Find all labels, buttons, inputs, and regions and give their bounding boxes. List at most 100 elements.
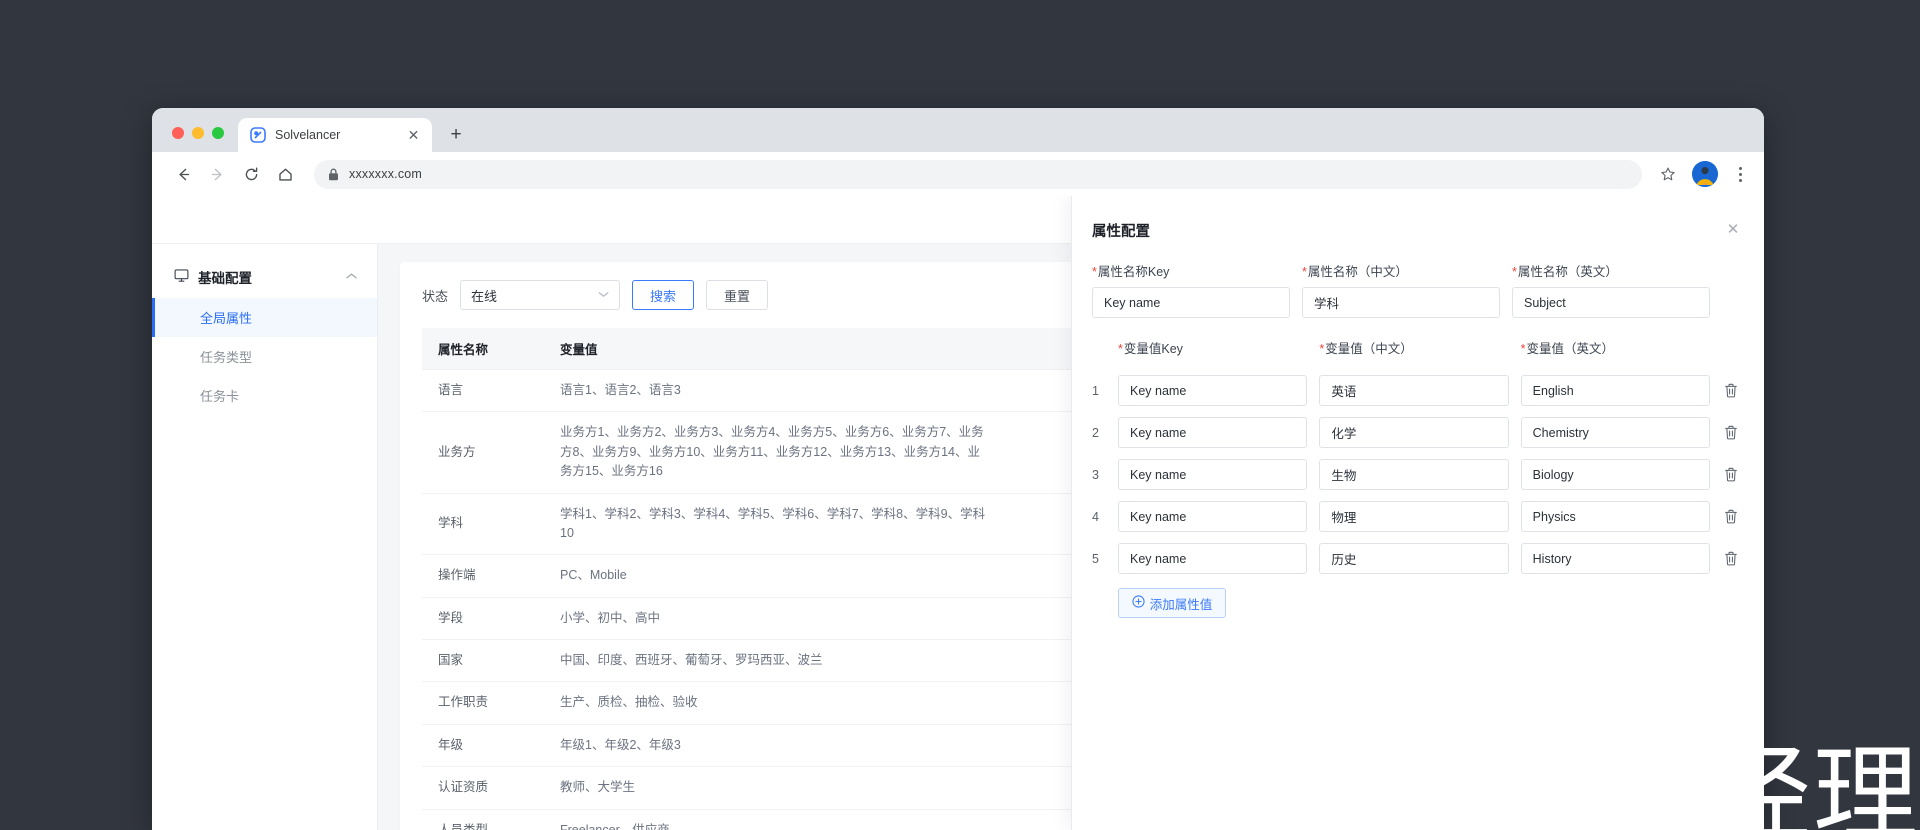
drawer-title: 属性配置 xyxy=(1092,224,1150,240)
attribute-zh-input[interactable]: 学科 xyxy=(1302,287,1500,318)
attribute-name-labels-row: *属性名称Key * 属性名称（中文） *属性名称（英文） xyxy=(1092,261,1740,287)
value-en-input[interactable]: History xyxy=(1520,543,1710,574)
back-icon[interactable] xyxy=(168,159,198,189)
attribute-key-input[interactable]: Key name xyxy=(1092,287,1290,318)
lock-icon xyxy=(328,168,339,181)
search-button[interactable]: 搜索 xyxy=(632,280,695,310)
add-button-label: 添加属性值 xyxy=(1149,597,1213,612)
value-key-input[interactable]: Key name xyxy=(1118,417,1308,448)
variable-value-row: 5 Key name 历史 History xyxy=(1092,543,1740,574)
browser-menu-icon[interactable] xyxy=(1728,166,1752,182)
cell-text: 中国、印度、西班牙、葡萄牙、罗玛西亚、波兰 xyxy=(560,653,823,667)
value-zh-input[interactable]: 物理 xyxy=(1319,501,1509,532)
address-bar[interactable]: xxxxxxx.com xyxy=(314,159,1642,189)
cell-text: 年级1、年级2、年级3 xyxy=(560,737,681,752)
app-sidebar: 基础配置 全局属性 任务类型 任务卡 xyxy=(152,244,378,830)
sidebar-item-task-card[interactable]: 任务卡 xyxy=(152,376,377,415)
label-value-key: *变量值Key xyxy=(1118,338,1307,357)
minimize-window-button[interactable] xyxy=(192,127,204,139)
trash-icon[interactable] xyxy=(1722,509,1740,524)
variable-value-labels-row: *变量值Key *变量值（中文） *变量值（英文） xyxy=(1092,338,1740,364)
label-attribute-en: *属性名称（英文） xyxy=(1512,261,1710,280)
required-mark: * xyxy=(1520,342,1526,356)
row-number: 2 xyxy=(1092,425,1099,440)
address-bar-url: xxxxxxx.com xyxy=(349,167,423,181)
label-value-en: *变量值（英文） xyxy=(1521,338,1710,357)
browser-toolbar: xxxxxxx.com xyxy=(152,152,1764,196)
label-text: 属性名称（中文） xyxy=(1307,265,1408,279)
label-value-zh: *变量值（中文） xyxy=(1319,338,1508,357)
value-en-input[interactable]: English xyxy=(1520,375,1710,406)
bookmark-star-icon[interactable] xyxy=(1654,160,1682,188)
reload-icon[interactable] xyxy=(236,159,266,189)
monitor-icon xyxy=(174,268,189,286)
value-zh-input[interactable]: 化学 xyxy=(1319,417,1509,448)
web-page: 基础配置 全局属性 任务类型 任务卡 状态 在线 搜索 重置 属性名称 变量值 … xyxy=(152,196,1764,830)
new-tab-button[interactable]: + xyxy=(442,120,470,148)
value-en-input[interactable]: Physics xyxy=(1520,501,1710,532)
label-text: 属性名称Key xyxy=(1097,265,1170,279)
cell-attribute-name: 年级 xyxy=(422,724,546,768)
trash-icon[interactable] xyxy=(1722,467,1740,482)
value-en-input[interactable]: Chemistry xyxy=(1520,417,1710,448)
cell-attribute-name: 学段 xyxy=(422,597,546,641)
browser-tab-strip: Solvelancer ✕ + xyxy=(152,108,1764,152)
value-key-input[interactable]: Key name xyxy=(1118,501,1308,532)
sidebar-item-task-type[interactable]: 任务类型 xyxy=(152,337,377,376)
window-controls xyxy=(166,127,238,152)
status-filter-label: 状态 xyxy=(422,288,449,304)
sidebar-group-basic-config[interactable]: 基础配置 xyxy=(152,256,377,298)
required-mark: * xyxy=(1118,342,1123,356)
cell-attribute-name: 工作职责 xyxy=(422,681,546,725)
row-number: 5 xyxy=(1092,551,1099,566)
required-mark: * xyxy=(1319,342,1325,356)
value-zh-input[interactable]: 生物 xyxy=(1319,459,1509,490)
sidebar-group-label: 基础配置 xyxy=(198,271,252,286)
label-text: 变量值（英文） xyxy=(1526,342,1615,356)
cell-text: 语言1、语言2、语言3 xyxy=(560,383,681,397)
close-icon[interactable]: ✕ xyxy=(1724,220,1742,238)
value-zh-input[interactable]: 英语 xyxy=(1319,375,1509,406)
trash-icon[interactable] xyxy=(1722,383,1740,398)
cell-text: Freelancer、供应商 xyxy=(560,822,670,830)
value-key-input[interactable]: Key name xyxy=(1118,543,1308,574)
value-key-input[interactable]: Key name xyxy=(1118,459,1308,490)
attribute-en-input[interactable]: Subject xyxy=(1512,287,1710,318)
close-tab-icon[interactable]: ✕ xyxy=(405,127,422,144)
browser-tab[interactable]: Solvelancer ✕ xyxy=(238,118,432,152)
variable-value-row: 1 Key name 英语 English xyxy=(1092,375,1740,406)
status-select[interactable]: 在线 xyxy=(460,280,621,310)
cell-attribute-name: 学科 xyxy=(422,493,546,556)
value-zh-input[interactable]: 历史 xyxy=(1319,543,1509,574)
add-attribute-value-button[interactable]: 添加属性值 xyxy=(1118,588,1226,618)
sidebar-item-global-attributes[interactable]: 全局属性 xyxy=(152,298,377,337)
plus-circle-icon xyxy=(1132,595,1145,611)
cell-attribute-name: 操作端 xyxy=(422,554,546,598)
status-select-value: 在线 xyxy=(471,288,498,304)
cell-text: 业务方1、业务方2、业务方3、业务方4、业务方5、业务方6、业务方7、业务方8、… xyxy=(560,425,984,479)
trash-icon[interactable] xyxy=(1722,551,1740,566)
required-mark: * xyxy=(1512,265,1517,279)
value-key-input[interactable]: Key name xyxy=(1118,375,1308,406)
trash-icon[interactable] xyxy=(1722,425,1740,440)
label-text: 变量值（中文） xyxy=(1325,342,1413,356)
maximize-window-button[interactable] xyxy=(212,127,224,139)
variable-value-row: 4 Key name 物理 Physics xyxy=(1092,501,1740,532)
profile-avatar[interactable] xyxy=(1692,161,1718,187)
cell-text: PC、Mobile xyxy=(560,568,627,583)
forward-icon[interactable] xyxy=(202,159,232,189)
variable-value-rows: 1 Key name 英语 English 2 Key name 化学 Chem… xyxy=(1092,375,1740,574)
cell-attribute-name: 业务方 xyxy=(422,411,546,494)
cell-text: 学科1、学科2、学科3、学科4、学科5、学科6、学科7、学科8、学科9、学科10 xyxy=(560,506,986,540)
cell-text: 小学、初中、高中 xyxy=(560,610,661,625)
solvelancer-logo-icon xyxy=(250,127,266,143)
label-attribute-key: *属性名称Key xyxy=(1092,261,1290,280)
reset-button[interactable]: 重置 xyxy=(706,280,769,310)
chevron-up-icon[interactable] xyxy=(346,271,357,283)
home-icon[interactable] xyxy=(270,159,300,189)
row-number: 3 xyxy=(1092,467,1099,482)
cell-attribute-name: 语言 xyxy=(422,369,546,413)
row-number: 4 xyxy=(1092,509,1099,524)
close-window-button[interactable] xyxy=(172,127,184,139)
value-en-input[interactable]: Biology xyxy=(1520,459,1710,490)
